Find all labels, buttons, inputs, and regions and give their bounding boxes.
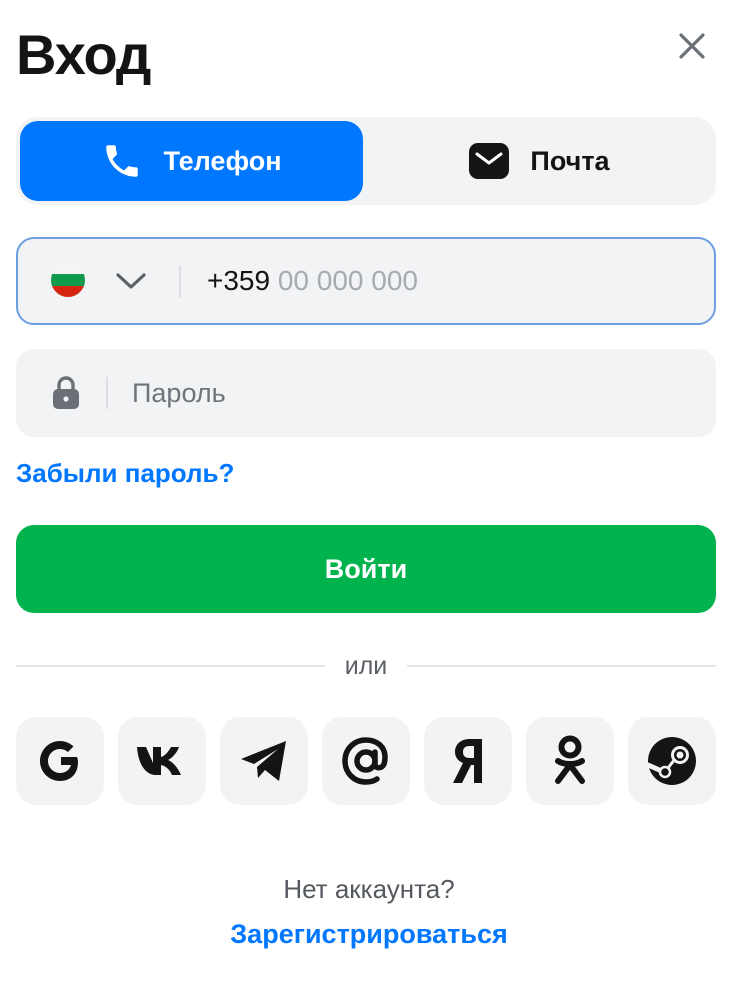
phone-mask-placeholder: 00 000 000: [277, 265, 418, 296]
bulgaria-flag-icon[interactable]: [51, 263, 85, 297]
or-divider: или: [16, 646, 716, 686]
page-title: Вход: [16, 23, 151, 86]
register-link[interactable]: Зарегистрироваться: [230, 919, 507, 949]
mail-ru-login-button[interactable]: [322, 717, 410, 805]
phone-number-field[interactable]: +359 00 000 000: [207, 263, 418, 299]
field-divider: [179, 266, 181, 298]
lock-icon: [53, 376, 79, 409]
telegram-login-button[interactable]: [220, 717, 308, 805]
password-placeholder: Пароль: [132, 378, 226, 408]
close-button[interactable]: [668, 22, 716, 70]
no-account-text: Нет аккаунта?: [283, 874, 455, 904]
google-icon: [40, 741, 78, 781]
tab-phone-label: Телефон: [163, 145, 282, 176]
google-login-button[interactable]: [16, 717, 104, 805]
phone-input[interactable]: +359 00 000 000: [16, 237, 716, 325]
tab-phone[interactable]: Телефон: [20, 121, 363, 201]
country-code: +359: [207, 265, 271, 296]
steam-icon: [646, 737, 696, 785]
close-icon[interactable]: [678, 32, 706, 60]
yandex-icon: [453, 739, 482, 783]
or-label: или: [344, 652, 388, 680]
mail-ru-icon: [342, 737, 388, 785]
odnoklassniki-login-button[interactable]: [526, 717, 614, 805]
mail-icon: [469, 143, 510, 179]
login-button[interactable]: Войти: [16, 525, 716, 613]
tab-mail-label: Почта: [530, 145, 610, 176]
chevron-down-icon[interactable]: [114, 267, 148, 295]
steam-login-button[interactable]: [628, 717, 716, 805]
yandex-login-button[interactable]: [424, 717, 512, 805]
forgot-password-link[interactable]: Забыли пароль?: [16, 456, 234, 490]
field-divider: [106, 377, 108, 409]
login-method-tabs: Телефон Почта: [16, 117, 716, 205]
vk-login-button[interactable]: [118, 717, 206, 805]
password-field[interactable]: Пароль: [16, 349, 716, 437]
vk-icon: [137, 747, 181, 775]
phone-icon: [106, 145, 139, 177]
tab-mail[interactable]: Почта: [366, 121, 712, 201]
telegram-icon: [241, 741, 286, 781]
odnoklassniki-icon: [555, 735, 585, 784]
